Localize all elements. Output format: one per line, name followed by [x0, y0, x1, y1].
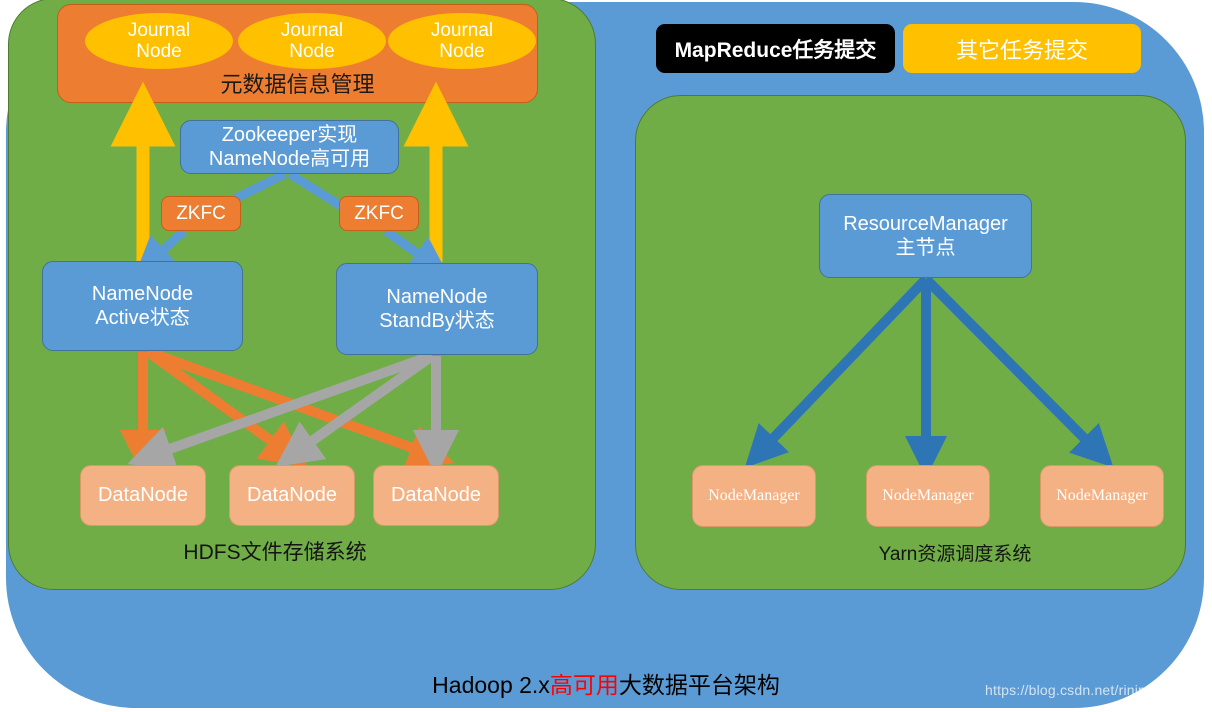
datanode-1[interactable]: DataNode	[80, 465, 206, 526]
journalnode-container: Journal Node Journal Node Journal Node 元…	[57, 4, 538, 103]
diagram-title-prefix: Hadoop 2.x	[432, 672, 550, 698]
zookeeper-ha-box[interactable]: Zookeeper实现 NameNode高可用	[180, 120, 399, 174]
hdfs-caption: HDFS文件存储系统	[183, 541, 367, 564]
namenode-standby[interactable]: NameNode StandBy状态	[336, 263, 538, 355]
diagram-title-accent: 高可用	[549, 672, 619, 698]
namenode-standby-line2: StandBy状态	[379, 310, 495, 332]
nodemanager-1[interactable]: NodeManager	[692, 465, 816, 527]
datanode-2[interactable]: DataNode	[229, 465, 355, 526]
journalnode-1-line2: Node	[136, 41, 182, 62]
namenode-active-line1: NameNode	[91, 283, 194, 305]
namenode-standby-line1: NameNode	[386, 286, 488, 308]
namenode-active[interactable]: NameNode Active状态	[42, 261, 243, 351]
datanode-3[interactable]: DataNode	[373, 465, 499, 526]
journalnode-3[interactable]: Journal Node	[388, 13, 536, 69]
journalnode-2-line1: Journal	[280, 19, 344, 41]
zkfc-right[interactable]: ZKFC	[339, 196, 419, 231]
other-task-submit-box[interactable]: 其它任务提交	[903, 24, 1141, 73]
zookeeper-line1: Zookeeper实现	[221, 124, 358, 146]
zookeeper-line2: NameNode高可用	[208, 148, 371, 170]
journalnode-1[interactable]: Journal Node	[85, 13, 233, 69]
architecture-diagram: Journal Node Journal Node Journal Node 元…	[0, 0, 1212, 712]
diagram-title-suffix: 大数据平台架构	[618, 672, 780, 698]
journalnode-1-line1: Journal	[127, 19, 191, 41]
nodemanager-3[interactable]: NodeManager	[1040, 465, 1164, 527]
resource-manager[interactable]: ResourceManager 主节点	[819, 194, 1032, 278]
resource-manager-line2: 主节点	[895, 237, 956, 259]
metadata-management-label: 元数据信息管理	[220, 72, 375, 97]
journalnode-3-line2: Node	[439, 41, 485, 62]
journalnode-2[interactable]: Journal Node	[238, 13, 386, 69]
journalnode-3-line1: Journal	[430, 19, 494, 41]
yarn-caption: Yarn资源调度系统	[878, 544, 1032, 565]
nodemanager-2[interactable]: NodeManager	[866, 465, 990, 527]
zkfc-left[interactable]: ZKFC	[161, 196, 241, 231]
watermark: https://blog.csdn.net/rinima438	[985, 682, 1182, 698]
journalnode-2-line2: Node	[289, 41, 335, 62]
namenode-active-line2: Active状态	[95, 307, 190, 329]
mapreduce-submit-box[interactable]: MapReduce任务提交	[656, 24, 895, 73]
resource-manager-line1: ResourceManager	[843, 213, 1008, 235]
